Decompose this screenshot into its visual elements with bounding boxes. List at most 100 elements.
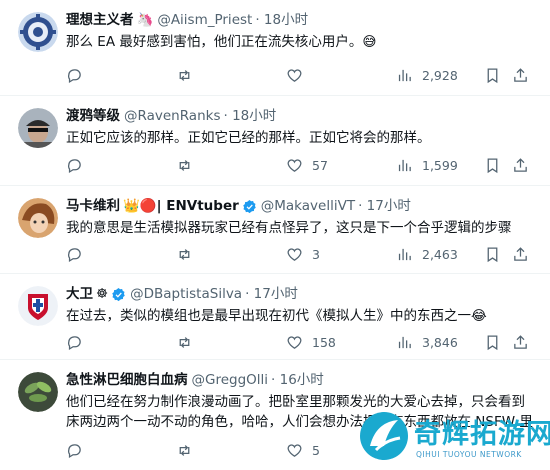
share-button[interactable]	[512, 243, 529, 265]
retweet-icon	[179, 336, 190, 348]
user-handle[interactable]: @GreggOlli	[192, 370, 269, 390]
timestamp[interactable]: · 17小时	[358, 196, 411, 216]
timestamp[interactable]: · 16小时	[271, 370, 324, 390]
reply-button[interactable]	[66, 439, 92, 461]
views-button[interactable]: 2,928	[396, 64, 458, 86]
like-count: 3	[312, 246, 320, 262]
display-name[interactable]: 马卡维利	[66, 196, 120, 216]
tweet-actions: 2,928	[66, 64, 536, 86]
views-button[interactable]: 3,846	[396, 331, 458, 353]
name-emoji: ☸	[96, 286, 109, 302]
share-icon	[514, 157, 527, 172]
retweet-button[interactable]	[176, 64, 202, 86]
reply-button[interactable]	[66, 64, 92, 86]
tweet-header: 急性淋巴细胞白血病 @GreggOlli · 16小时	[66, 370, 324, 390]
views-icon	[398, 69, 411, 81]
tweet[interactable]: 大卫 ☸ @DBaptistaSilva · 17小时 在过去，类似的模组也是最…	[0, 274, 550, 360]
retweet-icon	[179, 69, 190, 81]
views-button[interactable]: 1,599	[396, 154, 458, 176]
bookmark-icon	[487, 246, 498, 262]
retweet-icon	[179, 444, 190, 456]
avatar[interactable]	[18, 12, 58, 52]
share-button[interactable]	[512, 331, 529, 353]
like-count: 5	[312, 442, 320, 458]
like-count: 158	[312, 334, 336, 350]
watermark: 奇辉拓游网 QIHUI TUOYOU NETWORK	[352, 408, 550, 470]
user-handle[interactable]: @RavenRanks	[124, 106, 220, 126]
tweet-header: 渡鸦等级 @RavenRanks · 18小时	[66, 106, 276, 126]
view-count: 2,928	[422, 67, 458, 83]
bookmark-icon	[487, 157, 498, 173]
views-icon	[398, 336, 411, 348]
user-handle[interactable]: @MakavelliVT	[261, 196, 355, 216]
heart-icon	[287, 158, 302, 172]
bookmark-button[interactable]	[484, 154, 501, 176]
views-button[interactable]: 2,463	[396, 243, 458, 265]
share-button[interactable]	[512, 64, 529, 86]
share-icon	[514, 67, 527, 82]
tweet-text: 在过去，类似的模组也是最早出现在初代《模拟人生》中的东西之一😂	[66, 308, 487, 324]
man-with-cap-avatar-icon	[18, 108, 58, 148]
like-button[interactable]: 158	[286, 331, 336, 353]
tweet-text: 那么 EA 最好感到害怕，他们正在流失核心用户。😅	[66, 34, 377, 50]
display-name[interactable]: 理想主义者	[66, 10, 134, 30]
user-handle[interactable]: @Aiism_Priest	[157, 10, 252, 30]
bookmark-button[interactable]	[484, 243, 501, 265]
like-count: 57	[312, 157, 328, 173]
tweet[interactable]: 渡鸦等级 @RavenRanks · 18小时 正如它应该的那样。正如它已经的那…	[0, 96, 550, 186]
reply-button[interactable]	[66, 154, 92, 176]
tweet-actions: 158 3,846	[66, 331, 536, 353]
tweet-text: 正如它应该的那样。正如它已经的那样。正如它将会的那样。	[66, 130, 431, 146]
tweet[interactable]: 马卡维利 👑🔴| ENVtuber @MakavelliVT · 17小时 我的…	[0, 186, 550, 274]
avatar[interactable]	[18, 108, 58, 148]
display-name[interactable]: 大卫	[66, 284, 93, 304]
watermark-subtext: QIHUI TUOYOU NETWORK	[416, 450, 522, 459]
watermark-logo-icon	[360, 412, 408, 460]
heart-icon	[287, 335, 302, 349]
like-button[interactable]	[286, 64, 312, 86]
verified-badge-icon	[243, 199, 256, 213]
retweet-button[interactable]	[176, 154, 202, 176]
tweet-header: 理想主义者 🦄 @Aiism_Priest · 18小时	[66, 10, 308, 30]
reply-icon	[68, 443, 81, 458]
tweet-header: 大卫 ☸ @DBaptistaSilva · 17小时	[66, 284, 298, 304]
avatar[interactable]	[18, 286, 58, 326]
retweet-button[interactable]	[176, 243, 202, 265]
heart-icon	[287, 247, 302, 261]
reply-icon	[68, 158, 81, 173]
display-name[interactable]: 急性淋巴细胞白血病	[66, 370, 188, 390]
tweet-header: 马卡维利 👑🔴| ENVtuber @MakavelliVT · 17小时	[66, 196, 411, 216]
share-button[interactable]	[512, 154, 529, 176]
tweet[interactable]: 理想主义者 🦄 @Aiism_Priest · 18小时 那么 EA 最好感到害…	[0, 0, 550, 96]
view-count: 2,463	[422, 246, 458, 262]
bookmark-button[interactable]	[484, 64, 501, 86]
avatar[interactable]	[18, 372, 58, 412]
view-count: 3,846	[422, 334, 458, 350]
reply-button[interactable]	[66, 243, 92, 265]
like-button[interactable]: 3	[286, 243, 320, 265]
retweet-button[interactable]	[176, 331, 202, 353]
views-icon	[398, 248, 411, 260]
bookmark-button[interactable]	[484, 331, 501, 353]
timestamp[interactable]: · 18小时	[223, 106, 276, 126]
reply-icon	[68, 68, 81, 83]
timestamp[interactable]: · 17小时	[245, 284, 298, 304]
like-button[interactable]: 5	[286, 439, 320, 461]
display-name[interactable]: 渡鸦等级	[66, 106, 120, 126]
share-icon	[514, 246, 527, 261]
avatar[interactable]	[18, 198, 58, 238]
user-handle[interactable]: @DBaptistaSilva	[130, 284, 242, 304]
blue-gear-avatar-icon	[18, 12, 58, 52]
plant-avatar-icon	[18, 372, 58, 412]
reply-button[interactable]	[66, 331, 92, 353]
retweet-icon	[179, 248, 190, 260]
reply-icon	[68, 335, 81, 350]
flag-crest-avatar-icon	[18, 286, 58, 326]
bookmark-icon	[487, 334, 498, 350]
heart-icon	[287, 68, 302, 82]
tweet-text: 我的意思是生活模拟器玩家已经有点怪异了，这只是下一个合乎逻辑的步骤	[66, 220, 512, 236]
like-button[interactable]: 57	[286, 154, 328, 176]
timestamp[interactable]: · 18小时	[255, 10, 308, 30]
retweet-button[interactable]	[176, 439, 202, 461]
reply-icon	[68, 247, 81, 262]
